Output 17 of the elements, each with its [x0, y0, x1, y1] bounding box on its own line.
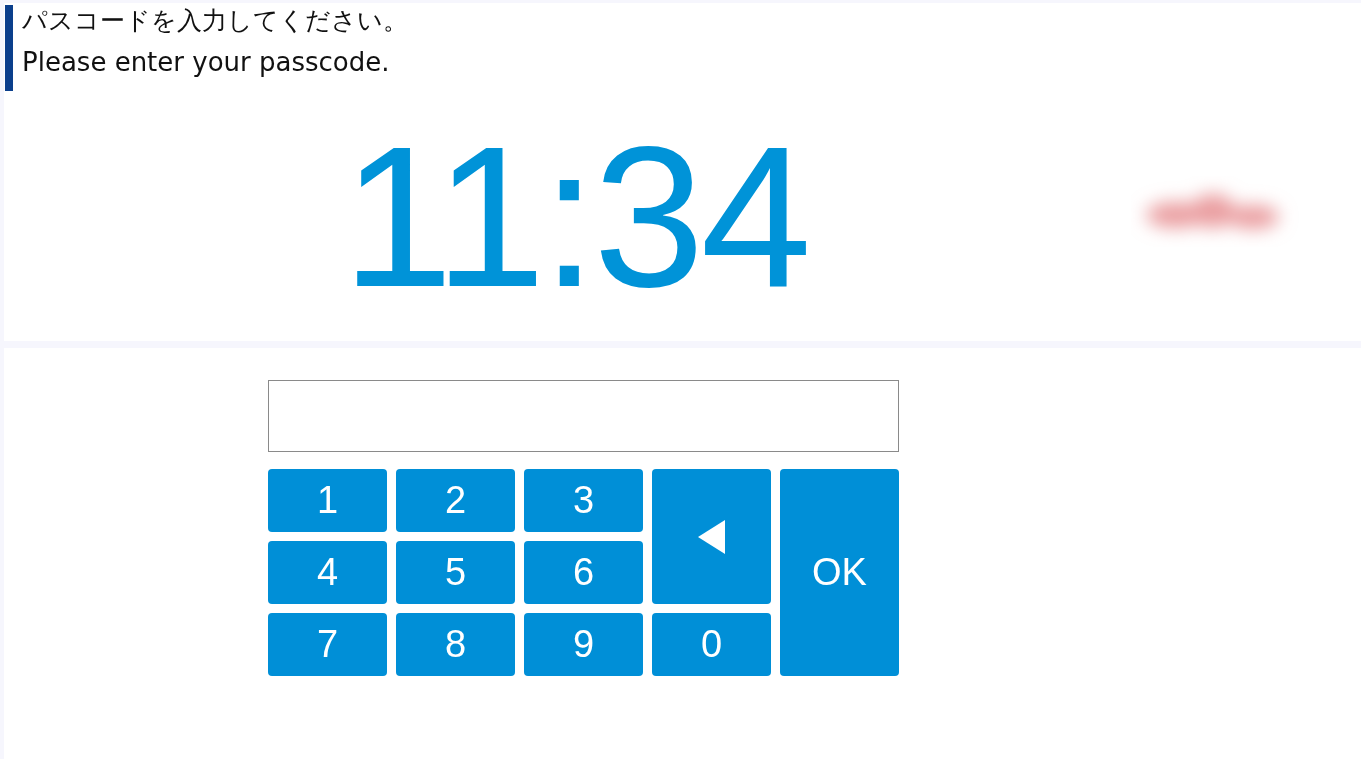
ok-button[interactable]: OK: [780, 469, 899, 676]
clock-time: 11:34: [342, 117, 808, 317]
digit-key[interactable]: 5: [396, 541, 515, 604]
left-triangle-icon: [698, 519, 725, 554]
backspace-button[interactable]: [652, 469, 771, 604]
digit-key[interactable]: 3: [524, 469, 643, 532]
prompt-japanese: パスコードを入力してください。: [22, 5, 408, 37]
digit-key[interactable]: 1: [268, 469, 387, 532]
digit-key[interactable]: 9: [524, 613, 643, 676]
digit-key[interactable]: 8: [396, 613, 515, 676]
passcode-field[interactable]: [268, 380, 899, 452]
digit-key[interactable]: 6: [524, 541, 643, 604]
prompt-english: Please enter your passcode.: [22, 46, 391, 79]
digit-key[interactable]: 0: [652, 613, 771, 676]
digit-key[interactable]: 4: [268, 541, 387, 604]
digit-key[interactable]: 7: [268, 613, 387, 676]
digit-key[interactable]: 2: [396, 469, 515, 532]
